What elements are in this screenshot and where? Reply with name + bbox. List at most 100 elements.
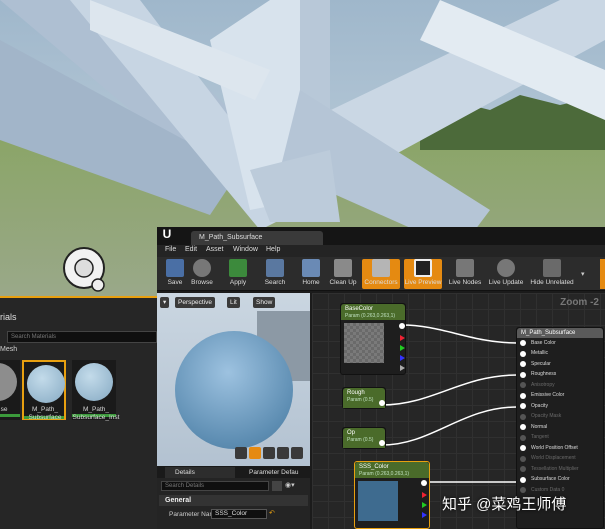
browse-icon (193, 259, 211, 277)
live-preview-button[interactable]: Live Preview (404, 259, 442, 289)
input-label: Tangent (531, 434, 549, 440)
materials-search-input[interactable]: Search Materials (7, 331, 157, 343)
input-label: Opacity Mask (531, 413, 562, 419)
input-label: World Position Offset (531, 444, 578, 451)
node-basecolor[interactable]: BaseColor Param (0.263,0.263,1) (340, 303, 406, 375)
input-label: Subsurface Color (531, 476, 570, 482)
input-label: Tessellation Multiplier (531, 465, 579, 472)
node-preview (358, 481, 398, 521)
input-pin[interactable] (520, 371, 526, 378)
node-preview (344, 323, 384, 363)
menu-file[interactable]: File (165, 246, 176, 253)
sphere-shape-icon[interactable] (249, 447, 261, 459)
menu-help[interactable]: Help (266, 246, 280, 253)
parameter-name-label: Parameter Nam (169, 511, 215, 518)
input-pin[interactable] (520, 392, 526, 399)
connectors-icon (372, 259, 390, 277)
input-label: Normal (531, 423, 548, 430)
input-pin[interactable] (520, 466, 526, 472)
input-label: Emissive Color (531, 392, 565, 398)
live-update-icon (497, 259, 515, 277)
save-button[interactable]: Save (162, 259, 188, 289)
general-category[interactable]: General (159, 495, 308, 506)
lit-button[interactable]: Lit (227, 297, 240, 308)
apply-icon (229, 259, 247, 277)
tab-parameter-defaults[interactable]: Parameter Defau (239, 467, 310, 478)
grid-view-icon[interactable] (272, 481, 282, 491)
details-tabs: Details Parameter Defau (157, 466, 310, 478)
asset-name: se (0, 406, 8, 413)
editor-tab[interactable]: M_Path_Subsurface (191, 231, 323, 245)
menu-asset[interactable]: Asset (206, 246, 224, 253)
input-pin[interactable] (520, 455, 526, 462)
toolbar: Save Browse Apply Search Home Clean Up C… (157, 257, 605, 291)
parameter-name-field[interactable]: SSS_Color (211, 509, 267, 519)
toolbar-edge (600, 259, 605, 289)
input-label: Base Color (531, 339, 556, 346)
search-icon (266, 259, 284, 277)
menu-bar: File Edit Asset Window Help (157, 245, 605, 257)
node-sss-color[interactable]: SSS_Color Param (0.263,0.263,1) (354, 461, 430, 529)
input-pin[interactable] (520, 476, 526, 483)
input-pin[interactable] (520, 434, 526, 441)
tab-details[interactable]: Details (165, 467, 235, 478)
content-browser: rials Search Materials Mesh se M_Path_ S… (0, 296, 157, 529)
apply-button[interactable]: Apply (225, 259, 251, 289)
live-update-button[interactable]: Live Update (487, 259, 525, 289)
asset-name: M_Path_ Subsurface_Inst (72, 406, 120, 421)
save-icon (166, 259, 184, 277)
teapot-shape-icon[interactable] (291, 447, 303, 459)
content-browser-title: rials (0, 312, 17, 322)
unreal-logo-icon: U (162, 227, 172, 241)
cylinder-shape-icon[interactable] (235, 447, 247, 459)
input-label: Anisotropy (531, 381, 555, 388)
node-rough[interactable]: Rough Param (0.5) (342, 387, 386, 409)
perspective-button[interactable]: Perspective (175, 297, 215, 308)
clean-up-button[interactable]: Clean Up (327, 259, 359, 289)
input-label: World Displacement (531, 455, 576, 461)
input-pin[interactable] (520, 445, 526, 451)
input-label: Metallic (531, 350, 548, 356)
input-pin[interactable] (520, 424, 526, 430)
hide-unrelated-button[interactable]: Hide Unrelated (529, 259, 575, 289)
home-button[interactable]: Home (298, 259, 324, 289)
live-preview-icon (414, 259, 432, 277)
input-pin[interactable] (520, 403, 526, 409)
details-panel: Details Parameter Defau Search Details ◉… (157, 466, 310, 529)
folder-label: Mesh (0, 346, 18, 353)
live-nodes-button[interactable]: Live Nodes (447, 259, 483, 289)
hide-unrelated-icon (543, 259, 561, 277)
preview-sphere (175, 331, 293, 449)
show-button[interactable]: Show (253, 297, 276, 308)
input-pin[interactable] (520, 413, 526, 420)
input-pin[interactable] (520, 340, 526, 346)
input-pin[interactable] (520, 350, 526, 357)
watermark: 知乎 @菜鸡王师傅 (442, 496, 567, 513)
input-label: Roughness (531, 371, 557, 377)
preview-viewport[interactable]: ▾ Perspective Lit Show (157, 293, 310, 466)
input-label: Custom Data 0 (531, 486, 565, 493)
details-search-input[interactable]: Search Details (161, 481, 269, 491)
home-icon (302, 259, 320, 277)
browse-button[interactable]: Browse (188, 259, 216, 289)
connectors-button[interactable]: Connectors (362, 259, 400, 289)
reset-icon[interactable]: ↶ (269, 509, 275, 517)
node-op[interactable]: Op Param (0.5) (342, 427, 386, 449)
asset-name: M_Path_ Subsurface (28, 406, 62, 421)
clean-up-icon (334, 259, 352, 277)
material-editor-window: U M_Path_Subsurface File Edit Asset Wind… (157, 227, 605, 529)
input-pin[interactable] (520, 382, 526, 388)
menu-window[interactable]: Window (233, 246, 258, 253)
menu-edit[interactable]: Edit (185, 246, 197, 253)
search-button[interactable]: Search (261, 259, 289, 289)
input-label: Opacity (531, 402, 548, 409)
plane-shape-icon[interactable] (263, 447, 275, 459)
live-nodes-icon (456, 259, 474, 277)
viewport-options-button[interactable]: ▾ (160, 297, 170, 308)
input-label: Specular (531, 360, 551, 367)
title-bar: U M_Path_Subsurface (157, 227, 605, 245)
toolbar-overflow-icon[interactable]: ▾ (581, 270, 585, 278)
input-pin[interactable] (520, 361, 526, 367)
cube-shape-icon[interactable] (277, 447, 289, 459)
eye-icon[interactable]: ◉▾ (285, 481, 305, 491)
